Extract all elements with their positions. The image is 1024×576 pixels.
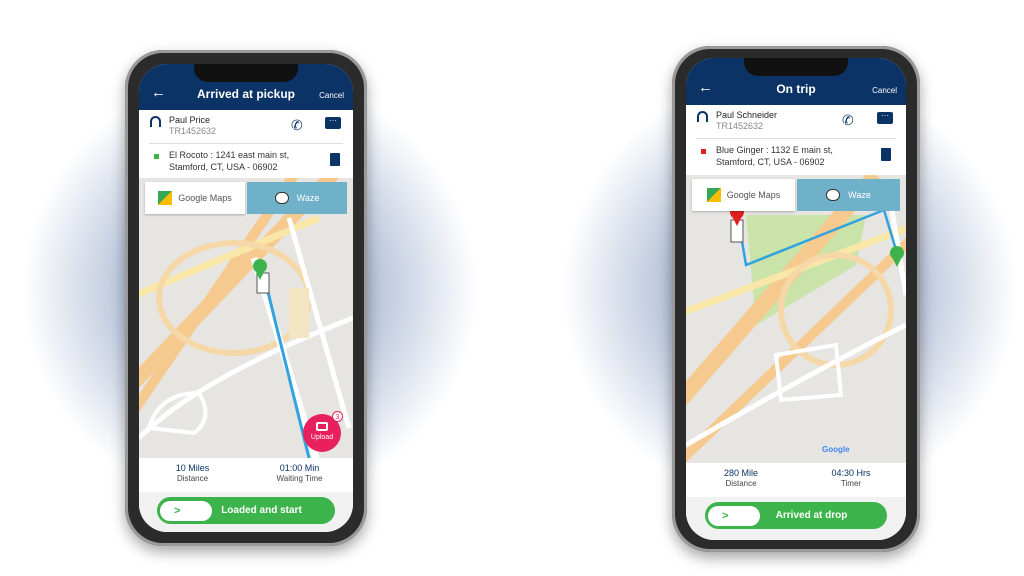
- clipboard-icon[interactable]: [881, 148, 891, 161]
- phone-call-icon[interactable]: ✆: [291, 117, 303, 134]
- chat-icon[interactable]: ···: [325, 117, 341, 129]
- map[interactable]: Google Maps Waze Google: [686, 175, 906, 463]
- trip-info: Paul Price TR1452632 ✆ ··· El Rocoto : 1…: [139, 110, 353, 178]
- loaded-and-start-button[interactable]: > Loaded and start: [157, 497, 335, 524]
- clipboard-icon[interactable]: [330, 153, 340, 166]
- slide-knob[interactable]: >: [708, 505, 760, 526]
- distance-label: Distance: [725, 479, 757, 488]
- drop-marker-icon: [701, 149, 706, 154]
- slide-knob[interactable]: >: [160, 500, 212, 521]
- trip-info: Paul Schneider TR1452632 ✆ ··· Blue Ging…: [686, 105, 906, 175]
- notch: [194, 64, 298, 82]
- waze-icon: [274, 192, 289, 204]
- trip-stats: 280 Mile Distance 04:30 Hrs Timer: [686, 463, 906, 497]
- phone-call-icon[interactable]: ✆: [842, 112, 854, 129]
- google-maps-button[interactable]: Google Maps: [692, 179, 795, 211]
- distance-label: Distance: [176, 474, 209, 483]
- waze-button[interactable]: Waze: [797, 179, 900, 211]
- cancel-button[interactable]: Cancel: [872, 86, 897, 95]
- waiting-time-value: 01:00 Min: [279, 463, 320, 473]
- upload-count-badge: 3: [332, 411, 343, 422]
- trip-stats: 10 Miles Distance 01:00 Min Waiting Time: [139, 458, 353, 492]
- google-maps-button[interactable]: Google Maps: [145, 182, 245, 214]
- google-logo: Google: [822, 445, 850, 454]
- customer-name: Paul Schneider: [716, 110, 778, 120]
- camera-icon: [316, 422, 328, 431]
- nav-app-buttons: Google Maps Waze: [145, 182, 347, 214]
- cancel-button[interactable]: Cancel: [319, 91, 344, 100]
- waze-button[interactable]: Waze: [247, 182, 347, 214]
- notch: [744, 58, 848, 76]
- map-graphic: [686, 175, 906, 463]
- person-icon: [150, 116, 161, 127]
- nav-app-buttons: Google Maps Waze: [692, 179, 900, 211]
- customer-id: TR1452632: [169, 126, 217, 136]
- address: Blue Ginger : 1132 E main st, Stamford, C…: [716, 145, 833, 167]
- google-maps-icon: [158, 191, 173, 205]
- address: El Rocoto : 1241 east main st, Stamford, …: [169, 150, 290, 172]
- phone-pickup: ← Arrived at pickup Cancel Paul Price TR…: [125, 50, 367, 546]
- pickup-marker-icon: [154, 154, 159, 159]
- arrived-at-drop-button[interactable]: > Arrived at drop: [705, 502, 887, 529]
- divider: [696, 138, 896, 139]
- timer-label: Timer: [840, 479, 862, 488]
- timer-value: 04:30 Hrs: [831, 468, 871, 478]
- customer-name: Paul Price: [169, 115, 211, 125]
- map[interactable]: Google Maps Waze Upload 3: [139, 178, 353, 458]
- chat-icon[interactable]: ···: [877, 112, 893, 124]
- divider: [149, 143, 343, 144]
- google-maps-icon: [706, 188, 721, 202]
- customer-id: TR1452632: [716, 121, 764, 131]
- distance-value: 10 Miles: [175, 463, 210, 473]
- phone-on-trip: ← On trip Cancel Paul Schneider TR145263…: [672, 46, 920, 552]
- distance-value: 280 Mile: [723, 468, 759, 478]
- person-icon: [697, 111, 708, 122]
- waze-icon: [826, 189, 841, 201]
- waiting-time-label: Waiting Time: [276, 474, 323, 483]
- upload-button[interactable]: Upload 3: [303, 411, 343, 452]
